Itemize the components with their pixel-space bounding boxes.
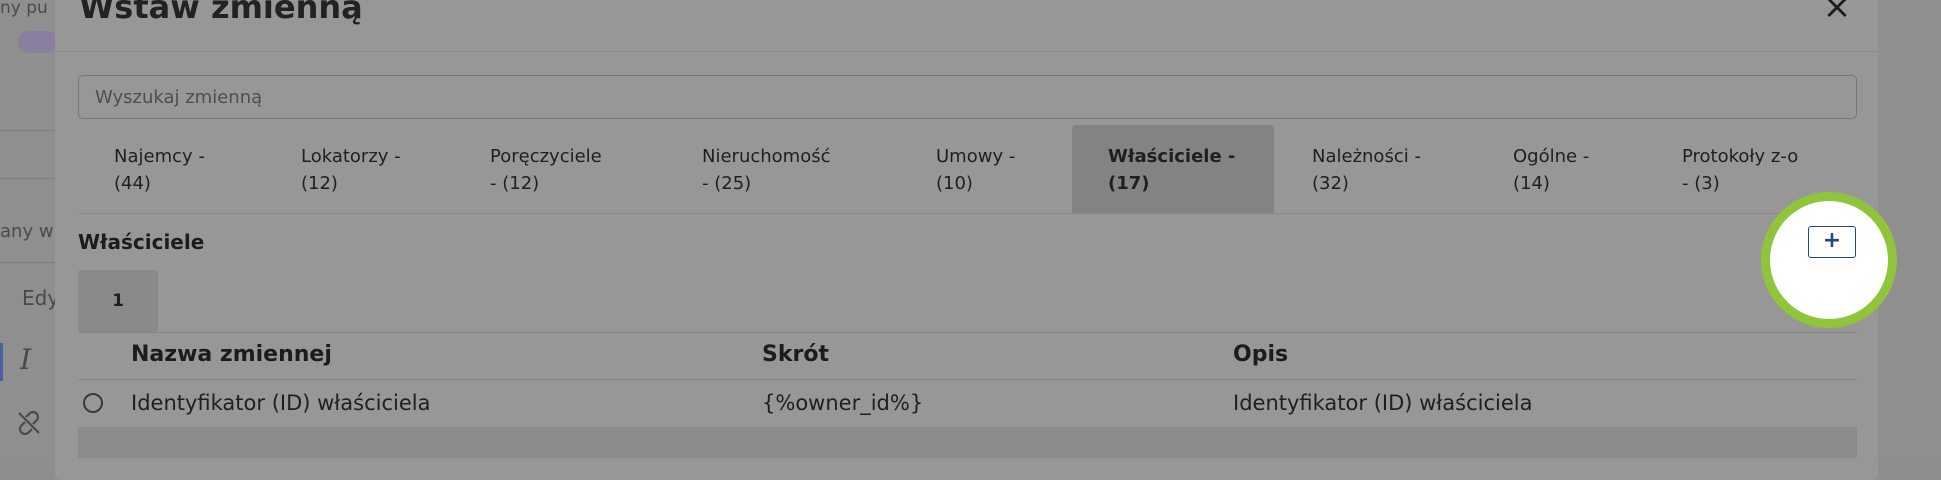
table-row[interactable]: [78, 427, 1857, 458]
tab-count: (44): [114, 173, 151, 194]
tab-count: (17): [1108, 173, 1150, 194]
section-title: Właściciele: [78, 230, 205, 254]
header-divider: [55, 51, 1878, 52]
modal-title: Wstaw zmienną: [79, 0, 363, 26]
column-header-shortcut: Skrót: [762, 342, 829, 367]
italic-icon: I: [20, 343, 32, 376]
column-header-name: Nazwa zmiennej: [131, 342, 332, 367]
tab-label: Właściciele -: [1108, 146, 1236, 167]
table-cell-name: Identyfikator (ID) właściciela: [131, 391, 431, 415]
add-variable-button[interactable]: +: [1808, 226, 1856, 258]
tab-count: - (12): [490, 173, 540, 194]
tab-protokoly[interactable]: Protokoły z-o - (3): [1682, 125, 1798, 213]
background-divider: [0, 130, 55, 131]
table-cell-shortcut: {%owner_id%}: [762, 391, 924, 415]
tab-label: Poręczyciele: [490, 146, 602, 167]
tab-label: Najemcy -: [114, 146, 205, 167]
tab-count: (32): [1312, 173, 1349, 194]
row-select-radio[interactable]: [83, 393, 103, 413]
tab-label: Ogólne -: [1513, 146, 1590, 167]
tab-label: Nieruchomość: [702, 146, 831, 167]
tab-count: - (25): [702, 173, 752, 194]
page-1-button[interactable]: 1: [78, 270, 158, 332]
background-toggle: [18, 31, 58, 53]
background-text: any w: [0, 221, 54, 242]
background-text: ny pu: [0, 0, 48, 18]
search-input[interactable]: [78, 75, 1857, 119]
table-cell-description: Identyfikator (ID) właściciela: [1233, 391, 1533, 415]
tab-naleznosci[interactable]: Należności - (32): [1312, 125, 1421, 213]
table-header-divider: [78, 379, 1857, 380]
table-divider: [78, 332, 1857, 333]
tab-label: Umowy -: [936, 146, 1016, 167]
tab-lokatorzy[interactable]: Lokatorzy - (12): [301, 125, 401, 213]
background-editor-label: Edy: [22, 286, 60, 310]
tab-label: Należności -: [1312, 146, 1421, 167]
tab-count: (12): [301, 173, 338, 194]
add-button-highlight: [1761, 192, 1897, 328]
tab-nieruchomosc[interactable]: Nieruchomość - (25): [702, 125, 831, 213]
background-divider: [0, 178, 55, 179]
tab-count: - (3): [1682, 173, 1720, 194]
tab-najemcy[interactable]: Najemcy - (44): [114, 125, 205, 213]
tab-count: (14): [1513, 173, 1550, 194]
tab-label: Lokatorzy -: [301, 146, 401, 167]
tab-umowy[interactable]: Umowy - (10): [936, 125, 1015, 213]
tab-poreczyciele[interactable]: Poręczyciele - (12): [490, 125, 602, 213]
unlink-icon: [14, 408, 44, 443]
tab-ogolne[interactable]: Ogólne - (14): [1513, 125, 1589, 213]
tab-count: (10): [936, 173, 973, 194]
background-editor-bar: [0, 343, 3, 381]
insert-variable-modal: Wstaw zmienną × Najemcy - (44) Lokatorzy…: [55, 0, 1897, 480]
background-divider: [0, 262, 55, 263]
tabs-divider: [78, 213, 1857, 214]
tab-wlasciciele[interactable]: Właściciele - (17): [1072, 125, 1274, 213]
tab-label: Protokoły z-o: [1682, 146, 1799, 167]
close-icon[interactable]: ×: [1819, 0, 1855, 28]
column-header-description: Opis: [1233, 342, 1289, 367]
